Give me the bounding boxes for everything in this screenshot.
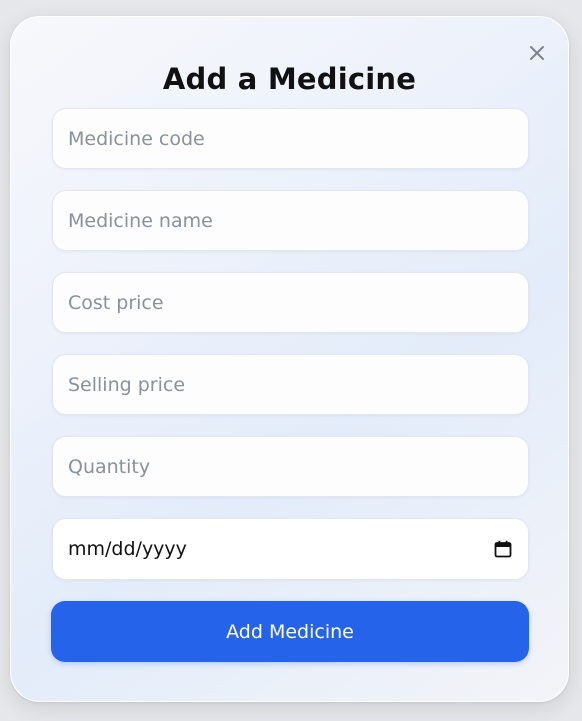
expiry-date-input[interactable]: mm/dd/yyyy bbox=[52, 518, 529, 580]
calendar-icon[interactable] bbox=[493, 539, 513, 559]
cost-price-input[interactable] bbox=[52, 272, 529, 333]
dialog-title: Add a Medicine bbox=[162, 62, 417, 96]
add-medicine-button[interactable]: Add Medicine bbox=[51, 601, 529, 662]
medicine-code-input[interactable] bbox=[52, 108, 529, 169]
add-medicine-dialog: Add a Medicine mm/dd/yyyy Add Medicine bbox=[10, 16, 569, 702]
selling-price-input[interactable] bbox=[52, 354, 529, 415]
date-placeholder: mm/dd/yyyy bbox=[68, 538, 187, 560]
quantity-input[interactable] bbox=[52, 436, 529, 497]
medicine-name-input[interactable] bbox=[52, 190, 529, 251]
close-icon[interactable] bbox=[528, 44, 546, 62]
